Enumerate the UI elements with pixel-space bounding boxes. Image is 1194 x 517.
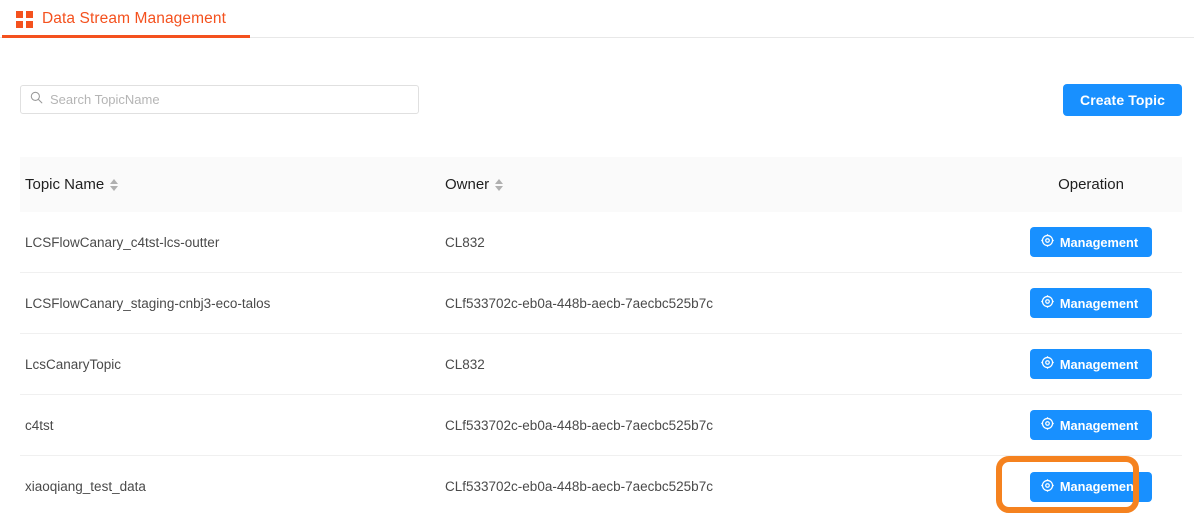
topics-table: Topic Name Owner Operation LCSFlowCanary… bbox=[20, 157, 1182, 517]
column-header-owner[interactable]: Owner bbox=[445, 176, 1005, 193]
table-row: LCSFlowCanary_staging-cnbj3-eco-talos CL… bbox=[20, 273, 1182, 334]
management-button[interactable]: Management bbox=[1029, 288, 1153, 318]
tab-data-stream-management[interactable]: Data Stream Management bbox=[2, 0, 250, 38]
sort-toggle-owner[interactable] bbox=[495, 178, 504, 191]
gear-icon bbox=[1041, 356, 1054, 372]
management-button-label: Management bbox=[1059, 234, 1139, 250]
cell-operation: Management bbox=[1005, 288, 1177, 318]
cell-operation: Management bbox=[1005, 349, 1177, 379]
search-box[interactable] bbox=[20, 85, 419, 114]
cell-owner: CL832 bbox=[445, 356, 485, 372]
column-header-operation-label: Operation bbox=[1058, 176, 1124, 193]
gear-icon bbox=[1041, 295, 1054, 311]
create-topic-button[interactable]: Create Topic bbox=[1063, 84, 1182, 116]
cell-owner: CLf533702c-eb0a-448b-aecb-7aecbc525b7c bbox=[445, 417, 713, 433]
management-button-label: Management bbox=[1059, 479, 1139, 494]
search-input[interactable] bbox=[50, 92, 409, 107]
column-header-topic-name[interactable]: Topic Name bbox=[20, 176, 445, 193]
column-header-owner-label: Owner bbox=[445, 176, 490, 193]
cell-topic-name: c4tst bbox=[25, 417, 54, 433]
cell-operation: Management bbox=[1005, 471, 1177, 502]
gear-icon bbox=[1041, 234, 1054, 250]
cell-topic-name: xiaoqiang_test_data bbox=[25, 479, 146, 494]
table-row: LCSFlowCanary_c4tst-lcs-outter CL832 Man… bbox=[20, 212, 1182, 273]
column-header-operation: Operation bbox=[1005, 176, 1177, 193]
management-button[interactable]: Management bbox=[1029, 410, 1153, 440]
cell-topic-name: LCSFlowCanary_c4tst-lcs-outter bbox=[25, 234, 220, 250]
grid-squares-icon bbox=[16, 10, 33, 28]
search-icon bbox=[30, 91, 43, 109]
management-button[interactable]: Management bbox=[1029, 349, 1153, 379]
column-header-topic-name-label: Topic Name bbox=[25, 176, 105, 193]
table-row: c4tst CLf533702c-eb0a-448b-aecb-7aecbc52… bbox=[20, 395, 1182, 456]
cell-owner: CL832 bbox=[445, 234, 485, 250]
management-button-label: Management bbox=[1059, 417, 1139, 433]
management-button[interactable]: Management bbox=[1029, 471, 1153, 502]
cell-owner: CLf533702c-eb0a-448b-aecb-7aecbc525b7c bbox=[445, 479, 713, 494]
cell-topic-name: LcsCanaryTopic bbox=[25, 356, 122, 372]
cell-topic-name: LCSFlowCanary_staging-cnbj3-eco-talos bbox=[25, 295, 271, 311]
cell-operation: Management bbox=[1005, 227, 1177, 257]
management-button-label: Management bbox=[1059, 356, 1139, 372]
table-row: xiaoqiang_test_data CLf533702c-eb0a-448b… bbox=[20, 456, 1182, 517]
gear-icon bbox=[1041, 478, 1054, 495]
sort-toggle-topic-name[interactable] bbox=[110, 178, 119, 191]
table-header-row: Topic Name Owner Operation bbox=[20, 157, 1182, 212]
table-row: LcsCanaryTopic CL832 Management bbox=[20, 334, 1182, 395]
management-button-label: Management bbox=[1059, 295, 1139, 311]
gear-icon bbox=[1041, 417, 1054, 433]
tab-label: Data Stream Management bbox=[42, 10, 226, 27]
cell-owner: CLf533702c-eb0a-448b-aecb-7aecbc525b7c bbox=[445, 295, 713, 311]
cell-operation: Management bbox=[1005, 410, 1177, 440]
tab-bar: Data Stream Management bbox=[0, 0, 1194, 38]
management-button[interactable]: Management bbox=[1029, 227, 1153, 257]
